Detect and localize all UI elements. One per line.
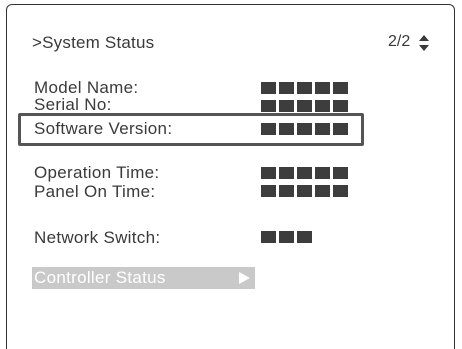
model-name-value xyxy=(261,82,348,94)
page-title: >System Status xyxy=(32,33,155,52)
network-switch-value xyxy=(261,231,312,243)
operation-time-label: Operation Time: xyxy=(34,163,160,182)
network-switch-label: Network Switch: xyxy=(34,228,161,247)
serial-no-value xyxy=(261,100,348,112)
page-indicator: 2/2 xyxy=(388,33,411,50)
operation-time-value xyxy=(261,167,348,179)
play-arrow-icon xyxy=(239,272,250,284)
panel-on-time-value xyxy=(261,185,348,197)
software-version-value xyxy=(261,123,348,135)
panel-on-time-label: Panel On Time: xyxy=(34,182,156,201)
page-up-down-icon[interactable] xyxy=(418,34,430,52)
controller-status-item[interactable]: Controller Status xyxy=(32,267,255,289)
serial-no-label: Serial No: xyxy=(34,95,112,114)
controller-status-label: Controller Status xyxy=(34,268,166,287)
software-version-label: Software Version: xyxy=(34,119,173,138)
